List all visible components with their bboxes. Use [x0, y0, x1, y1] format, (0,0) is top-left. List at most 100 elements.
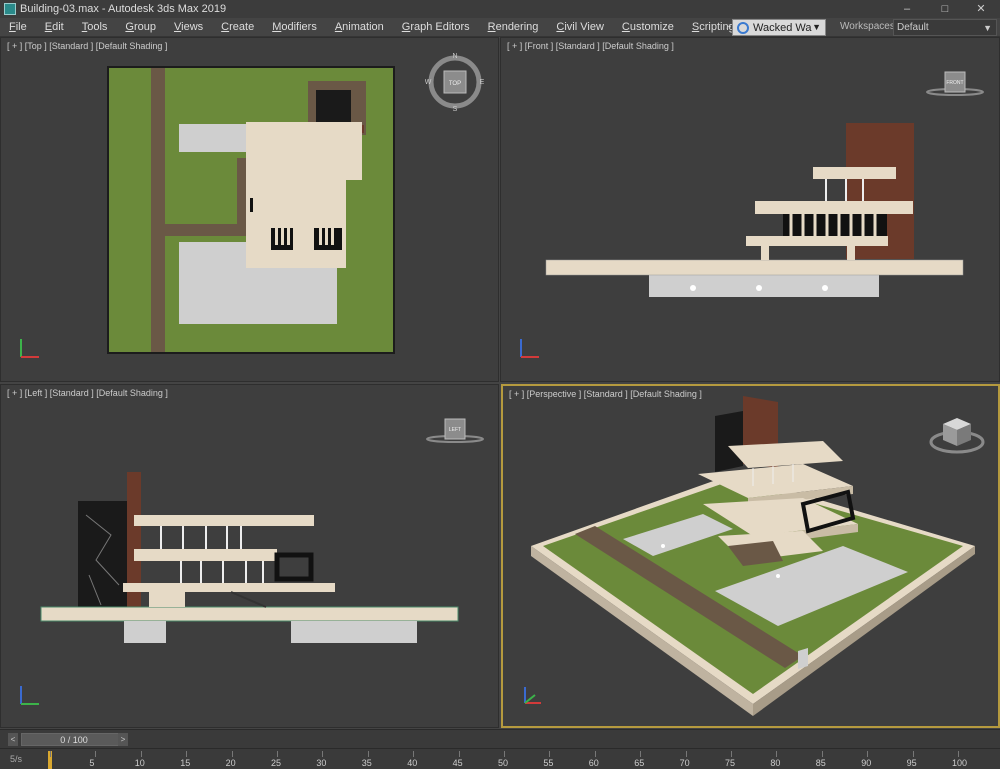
viewcube-front[interactable]: FRONT [925, 66, 985, 100]
ruler-tick [140, 751, 142, 757]
axis-tripod-icon [20, 339, 39, 358]
ruler-tick-label: 95 [906, 758, 917, 768]
title-bar: Building-03.max - Autodesk 3ds Max 2019 … [0, 0, 1000, 18]
viewcube-face-label: TOP [449, 81, 461, 87]
ruler-tick-label: 20 [225, 758, 236, 768]
viewport-label-left[interactable]: [ + ] [Left ] [Standard ] [Default Shadi… [7, 388, 168, 398]
ruler-tick [912, 751, 914, 757]
compass-east: E [480, 79, 485, 86]
ruler-tick-label: 5 [89, 758, 95, 768]
app-window: Building-03.max - Autodesk 3ds Max 2019 … [0, 0, 1000, 769]
ruler-tick [277, 751, 278, 757]
menu-customize[interactable]: Customize [613, 18, 683, 37]
app-icon [4, 3, 16, 15]
ruler-tick-label: 60 [588, 758, 599, 768]
ruler-tick [322, 751, 324, 757]
ruler-tick-label: 85 [815, 758, 826, 768]
axis-tripod-icon [524, 687, 541, 704]
menu-civil-view[interactable]: Civil View [547, 18, 612, 37]
ruler-tick-label: 40 [407, 758, 418, 768]
ruler-tick [50, 751, 51, 757]
menu-animation[interactable]: Animation [326, 18, 393, 37]
user-name: Wacked Wa [753, 21, 812, 34]
maximize-button[interactable]: □ [928, 0, 962, 18]
ruler-tick [549, 751, 551, 757]
ruler-tick [367, 751, 369, 757]
menu-create[interactable]: Create [212, 18, 263, 37]
chevron-down-icon: ▼ [812, 22, 821, 32]
menu-tools[interactable]: Tools [73, 18, 117, 37]
user-icon [737, 21, 749, 34]
ruler-tick-label: 50 [498, 758, 509, 768]
viewcube-face-label: LEFT [449, 427, 461, 433]
ruler-tick [594, 751, 596, 757]
ruler-tick [776, 751, 778, 757]
viewport-left[interactable]: [ + ] [Left ] [Standard ] [Default Shadi… [0, 384, 499, 728]
axis-tripod-icon [520, 339, 539, 358]
ruler-tick-label: 45 [452, 758, 463, 768]
ruler-tick [231, 751, 233, 757]
viewcube-perspective[interactable] [927, 410, 987, 460]
viewport-label-front[interactable]: [ + ] [Front ] [Standard ] [Default Shad… [507, 41, 674, 51]
ruler-tick-label: 75 [725, 758, 736, 768]
menu-modifiers[interactable]: Modifiers [263, 18, 326, 37]
ruler-tick-label: 25 [271, 758, 282, 768]
ruler-tick-label: 15 [180, 758, 191, 768]
viewport-perspective[interactable]: [ + ] [Perspective ] [Standard ] [Defaul… [501, 384, 1000, 728]
ruler-tick-label: 70 [679, 758, 690, 768]
ruler-tick-label: 80 [770, 758, 781, 768]
ruler-tick [95, 751, 97, 757]
ruler-tick [504, 751, 505, 757]
ruler-tick [186, 751, 188, 757]
menu-views[interactable]: Views [165, 18, 212, 37]
viewport-top[interactable]: [ + ] [Top ] [Standard ] [Default Shadin… [0, 37, 499, 382]
ruler-tick [413, 751, 415, 757]
ruler-tick-label: 55 [543, 758, 554, 768]
ruler-tick-label: 10 [134, 758, 145, 768]
compass-south: S [453, 106, 458, 112]
next-frame-button[interactable]: > [118, 733, 128, 746]
ruler-tick [640, 751, 642, 757]
window-title: Building-03.max - Autodesk 3ds Max 2019 [20, 3, 227, 15]
ruler-tick [867, 751, 869, 757]
frame-counter: 0 / 100 [60, 735, 88, 745]
ruler-tick-label: 100 [952, 758, 968, 768]
ruler-tick [458, 751, 460, 757]
ruler-tick-label: 30 [316, 758, 327, 768]
ruler-tick [821, 751, 823, 757]
workspace-value: Default [897, 22, 929, 33]
viewport-label-perspective[interactable]: [ + ] [Perspective ] [Standard ] [Defaul… [509, 389, 702, 399]
ruler-tick [731, 751, 732, 757]
workspaces-label: Workspaces: [840, 21, 898, 32]
menu-rendering[interactable]: Rendering [479, 18, 548, 37]
compass-north: N [452, 53, 457, 60]
perspective-view-scene [531, 396, 975, 716]
viewcube-face-label: FRONT [946, 80, 963, 86]
prev-frame-button[interactable]: < [8, 733, 18, 746]
menu-file[interactable]: File [0, 18, 36, 37]
menu-graph-editors[interactable]: Graph Editors [393, 18, 479, 37]
minimize-button[interactable]: – [890, 0, 924, 18]
user-account-dropdown[interactable]: Wacked Wa ▼ [732, 19, 826, 36]
viewcube-top[interactable]: TOP N E S W [425, 52, 485, 112]
viewcube-left[interactable]: LEFT [425, 413, 485, 447]
ruler-tick-label: 65 [634, 758, 645, 768]
axis-tripod-icon [20, 686, 39, 705]
time-slider-bar: < 0 / 100 > [0, 729, 1000, 748]
viewport-front[interactable]: [ + ] [Front ] [Standard ] [Default Shad… [500, 37, 1000, 382]
close-button[interactable]: ✕ [964, 0, 998, 18]
ruler-tick [685, 751, 687, 757]
chevron-down-icon: ▼ [983, 23, 992, 33]
workspace-dropdown[interactable]: Default ▼ [893, 19, 997, 36]
ruler-tick-label: 35 [361, 758, 372, 768]
ruler-tick [958, 751, 959, 757]
viewport-label-top[interactable]: [ + ] [Top ] [Standard ] [Default Shadin… [7, 41, 167, 51]
menu-group[interactable]: Group [116, 18, 165, 37]
time-slider[interactable]: 0 / 100 [21, 733, 127, 746]
menu-overflow-icon[interactable]: » [726, 21, 732, 32]
ruler-tick-label: 90 [861, 758, 872, 768]
menu-bar: File Edit Tools Group Views Create Modif… [0, 18, 1000, 37]
menu-edit[interactable]: Edit [36, 18, 73, 37]
track-origin-label: 5/s [10, 754, 23, 764]
track-bar[interactable]: 5/s 5 10 15 20 25 30 35 40 45 50 55 60 65 70 75 80 85 90 9… [0, 748, 1000, 769]
